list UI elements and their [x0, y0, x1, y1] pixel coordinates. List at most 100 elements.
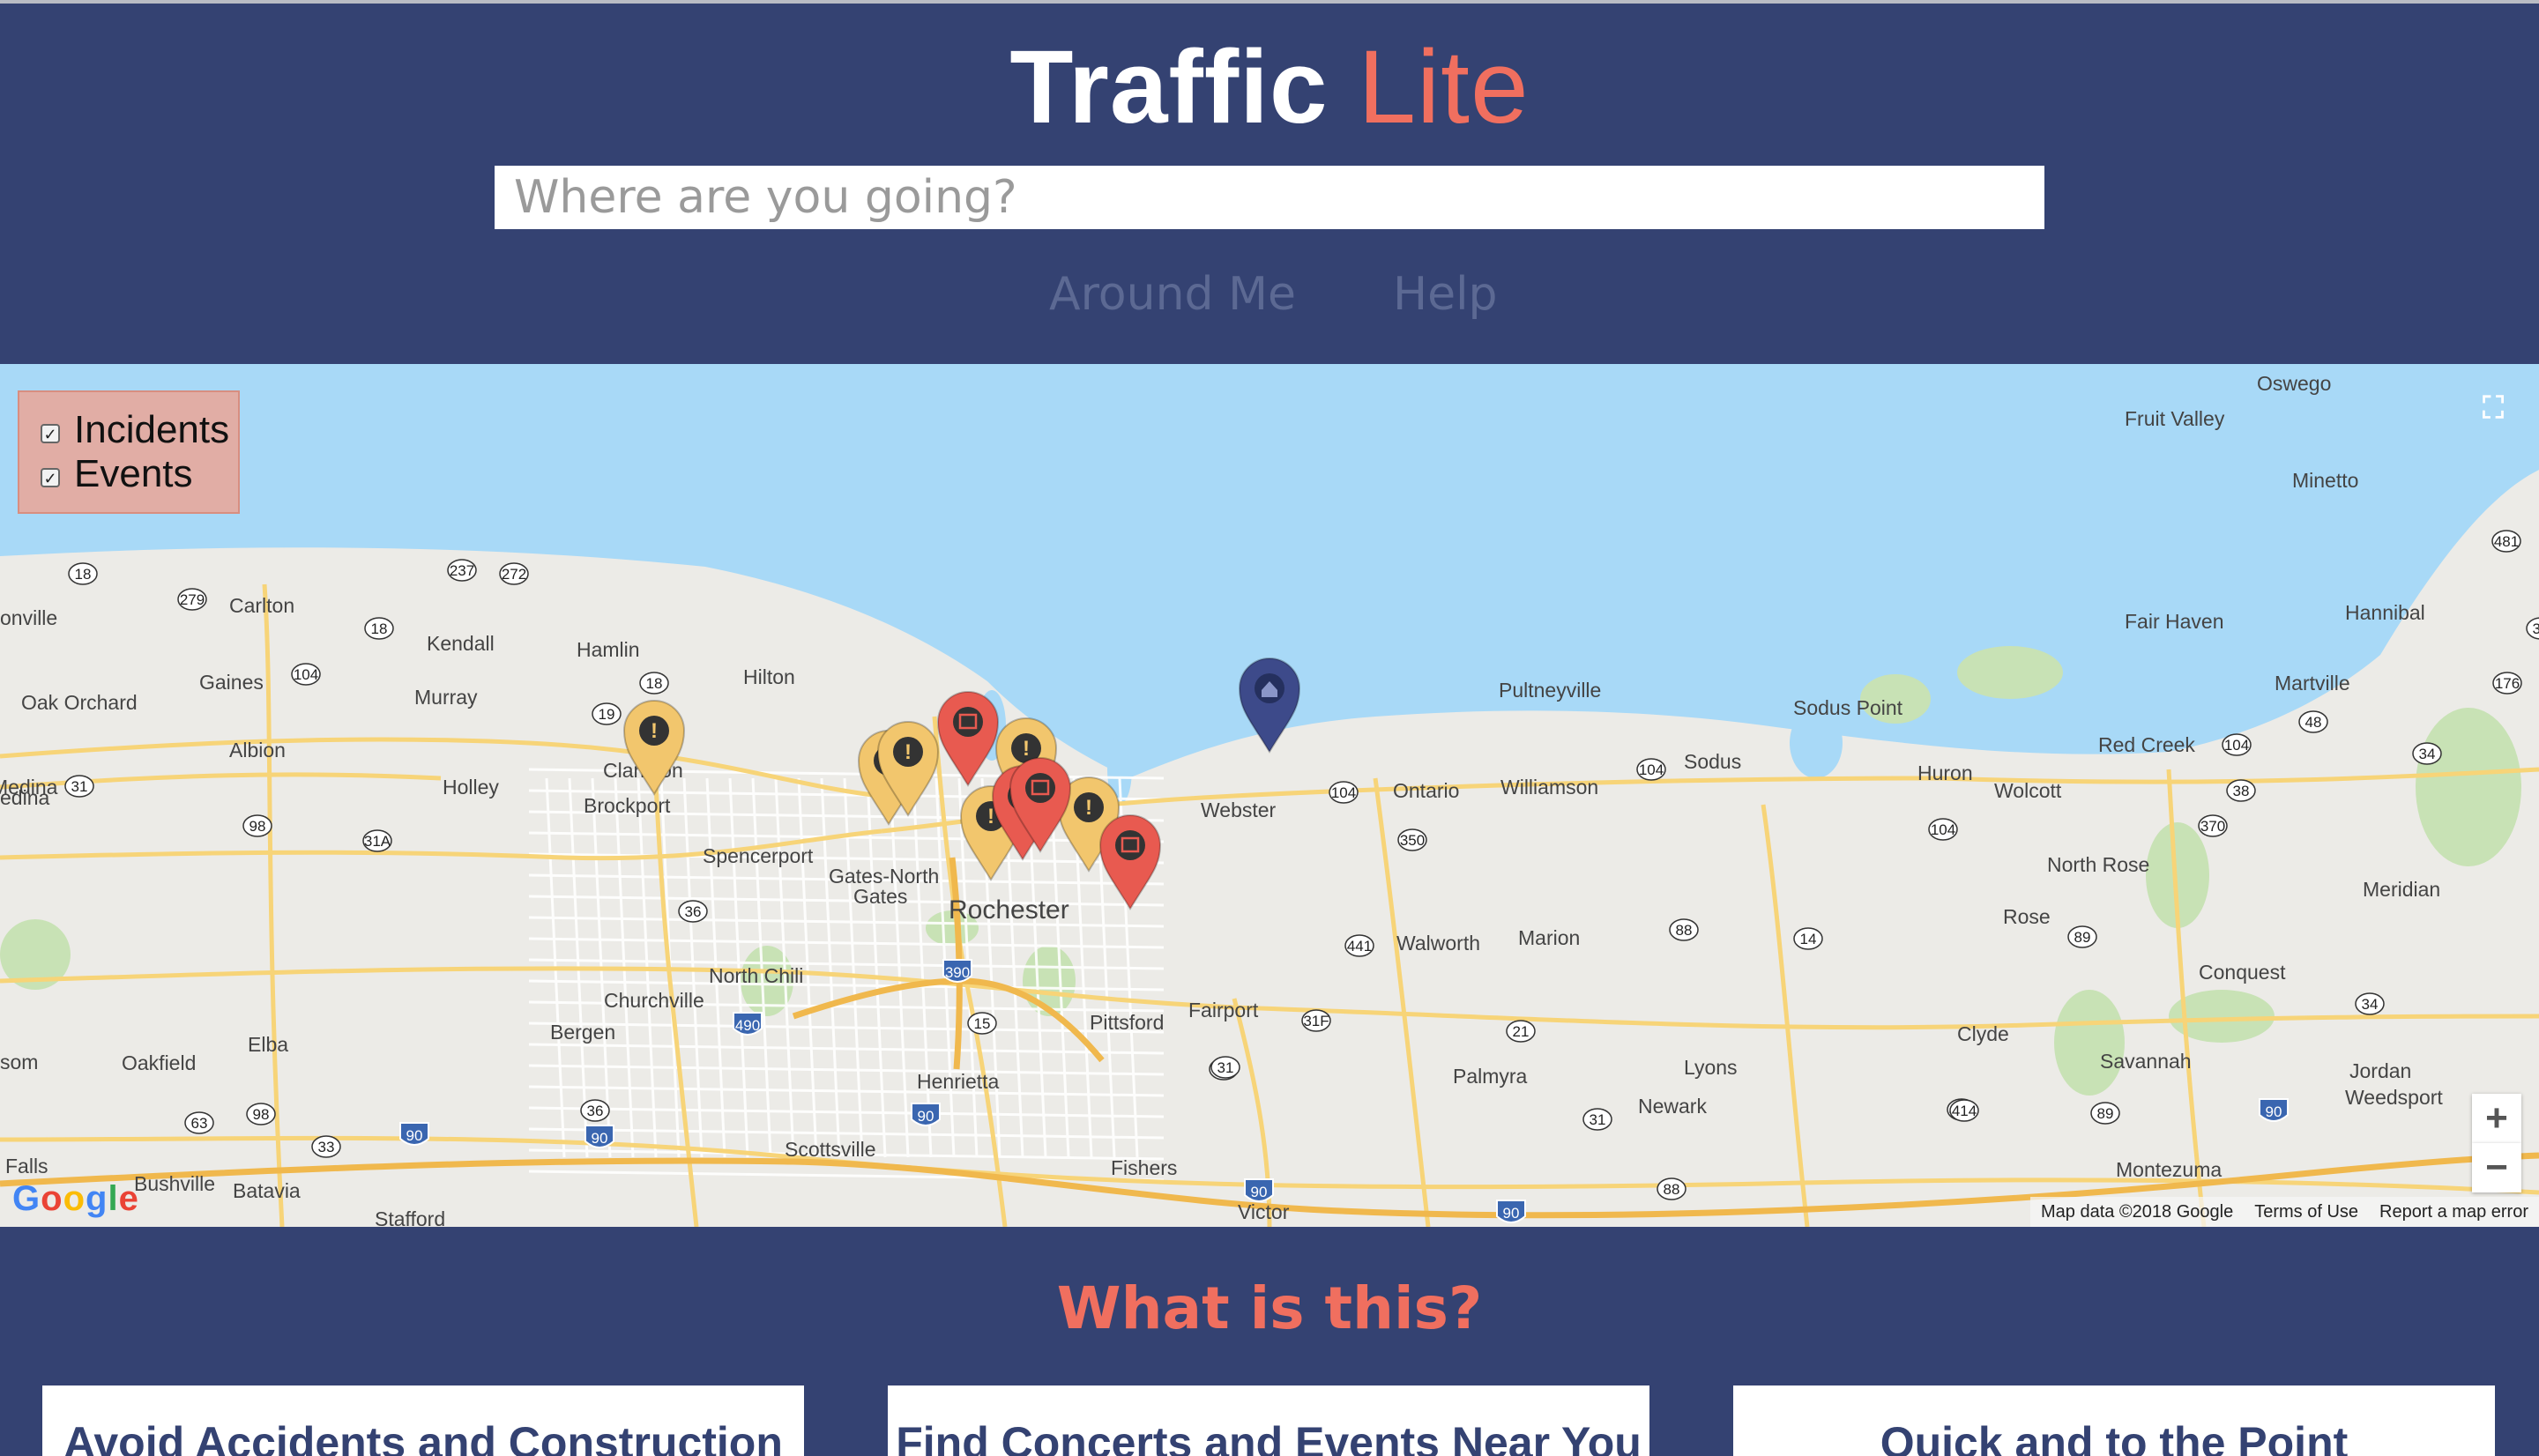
svg-text:33: 33: [318, 1139, 335, 1155]
place-label: Elba: [248, 1033, 288, 1056]
place-label: Spencerport: [703, 844, 814, 867]
road-shield: 63: [184, 1111, 214, 1134]
svg-text:!: !: [905, 740, 912, 764]
road-shield: 21: [1506, 1020, 1536, 1043]
map-canvas[interactable]: Oswego Fruit Valley Minetto Hannibal Fair Ha…: [0, 364, 2539, 1227]
svg-text:104: 104: [1931, 821, 1955, 838]
destination-search-input[interactable]: [495, 166, 2044, 229]
svg-text:90: 90: [1503, 1205, 1520, 1222]
road-shield: 34: [2412, 742, 2442, 765]
svg-text:98: 98: [253, 1106, 270, 1123]
road-shield: 350: [1397, 828, 1427, 851]
place-label: North Chili: [709, 964, 803, 987]
place-label: Fair Haven: [2125, 610, 2223, 633]
svg-text:!: !: [651, 719, 658, 743]
place-label: Bushville: [134, 1172, 215, 1195]
feature-card-title: Avoid Accidents and Construction: [63, 1418, 783, 1456]
place-label: Falls: [5, 1155, 48, 1177]
logo-main-text: Traffic: [1009, 29, 1329, 145]
svg-text:89: 89: [2074, 929, 2091, 946]
road-shield: 90: [2259, 1098, 2289, 1122]
road-shield: 89: [2067, 925, 2097, 948]
svg-text:15: 15: [974, 1015, 991, 1032]
layer-toggle-incidents[interactable]: ✓ Incidents: [41, 408, 238, 452]
road-shield: 104: [1928, 818, 1958, 841]
svg-text:!: !: [1023, 737, 1030, 761]
fullscreen-icon[interactable]: ⛶: [2468, 383, 2518, 433]
place-label: som: [0, 1051, 38, 1073]
svg-text:18: 18: [646, 675, 663, 692]
place-label: Albion: [229, 739, 286, 761]
road-shield: 98: [246, 1103, 276, 1125]
road-shield: 441: [1344, 934, 1374, 957]
svg-text:90: 90: [406, 1127, 423, 1144]
svg-text:370: 370: [2200, 818, 2225, 835]
place-label: Churchville: [604, 989, 704, 1012]
svg-text:490: 490: [735, 1017, 760, 1034]
place-label: Oswego: [2257, 372, 2331, 395]
svg-text:390: 390: [945, 964, 970, 981]
road-shield: 18: [639, 672, 669, 695]
road-shield: 90: [911, 1103, 941, 1126]
place-label: Conquest: [2199, 961, 2286, 984]
report-map-error-link[interactable]: Report a map error: [2369, 1202, 2539, 1222]
place-label: Sodus: [1684, 750, 1741, 773]
google-logo: Google: [12, 1179, 139, 1218]
road-shield: 237: [447, 559, 477, 582]
svg-text:31F: 31F: [1303, 1013, 1329, 1029]
road-shield: 14: [1793, 927, 1823, 950]
place-label: Montezuma: [2116, 1158, 2222, 1181]
svg-text:98: 98: [249, 818, 266, 835]
road-shield: 38: [2226, 779, 2256, 802]
layer-toggle-events[interactable]: ✓ Events: [41, 452, 238, 496]
place-label: Rose: [2003, 905, 2051, 928]
svg-text:90: 90: [1251, 1184, 1268, 1200]
incidents-label: Incidents: [74, 408, 230, 451]
svg-text:104: 104: [1639, 761, 1664, 778]
place-label: Ontario: [1393, 779, 1459, 802]
svg-text:19: 19: [599, 706, 615, 723]
place-label: Batavia: [233, 1179, 301, 1202]
road-shield: 90: [1244, 1178, 1274, 1202]
map-data-text: Map data ©2018 Google: [2040, 1201, 2234, 1222]
logo-accent-text: Lite: [1358, 29, 1530, 145]
place-label: Marion: [1518, 926, 1580, 949]
nav-around-me-link[interactable]: Around Me: [1049, 268, 1296, 321]
svg-text:36: 36: [685, 903, 702, 920]
zoom-out-button[interactable]: −: [2472, 1143, 2521, 1192]
svg-text:90: 90: [592, 1130, 608, 1147]
svg-text:272: 272: [502, 566, 526, 583]
road-shield: 31A: [362, 829, 392, 852]
road-shield: 481: [2491, 530, 2521, 553]
app-logo[interactable]: Traffic Lite: [0, 30, 2539, 145]
place-label: Bergen: [550, 1021, 615, 1044]
place-label: Williamson: [1500, 776, 1598, 799]
events-checkbox[interactable]: ✓: [41, 468, 60, 487]
road-shield: 89: [2090, 1102, 2120, 1125]
feature-card-title: Quick and to the Point: [1880, 1418, 2349, 1456]
svg-text:14: 14: [1800, 931, 1817, 947]
place-label: Newark: [1638, 1095, 1707, 1118]
events-label: Events: [74, 452, 193, 495]
place-label: Carlton: [229, 594, 294, 617]
road-shield: 98: [242, 814, 272, 837]
road-shield: 18: [68, 562, 98, 585]
svg-text:176: 176: [2495, 675, 2520, 692]
road-shield: 90: [1496, 1200, 1526, 1223]
traffic-map[interactable]: Oswego Fruit Valley Minetto Hannibal Fair Ha…: [0, 364, 2539, 1227]
feature-card-accidents: Avoid Accidents and Construction: [42, 1385, 804, 1456]
zoom-in-button[interactable]: +: [2472, 1094, 2521, 1143]
terms-of-use-link[interactable]: Terms of Use: [2244, 1202, 2369, 1222]
place-label: edina: [0, 786, 49, 809]
place-label: Holley: [443, 776, 499, 799]
incidents-checkbox[interactable]: ✓: [41, 424, 60, 443]
svg-text:90: 90: [918, 1108, 934, 1125]
place-label: Pittsford: [1090, 1011, 1164, 1034]
place-label: Minetto: [2292, 469, 2358, 492]
nav-help-link[interactable]: Help: [1393, 268, 1498, 321]
road-shield: 33: [311, 1135, 341, 1158]
site-header: Traffic Lite Around Me Help: [0, 4, 2539, 364]
place-label: Fishers: [1111, 1156, 1177, 1179]
place-label: North Rose: [2047, 853, 2149, 876]
svg-text:89: 89: [2097, 1105, 2114, 1122]
